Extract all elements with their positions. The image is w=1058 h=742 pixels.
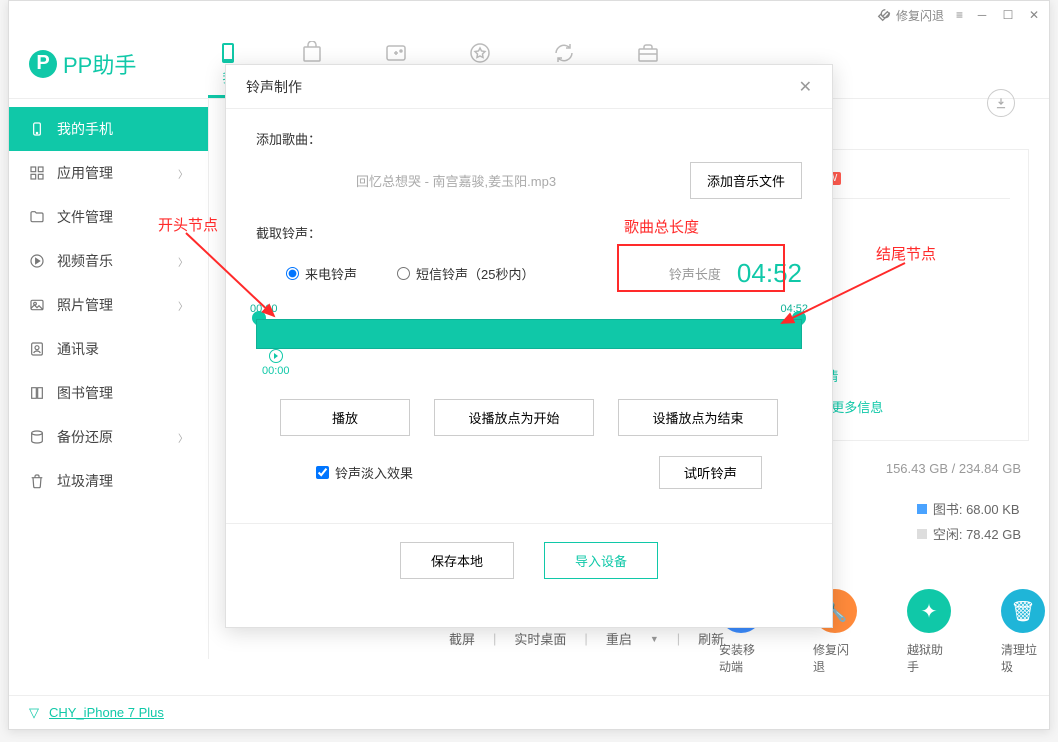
sidebar-label: 视频音乐 <box>57 251 113 271</box>
set-end-button[interactable]: 设播放点为结束 <box>618 399 778 436</box>
refresh-btn[interactable]: 刷新 <box>698 629 724 648</box>
add-song-label: 添加歌曲： <box>256 129 802 148</box>
song-filename: 回忆总想哭 - 南宫嘉骏,姜玉阳.mp3 <box>356 171 556 190</box>
playhead-icon <box>269 349 283 363</box>
sidebar-label: 备份还原 <box>57 427 113 447</box>
playhead[interactable]: 00:00 <box>262 349 290 377</box>
sidebar-item-books[interactable]: 图书管理 <box>9 371 208 415</box>
ringtone-modal: 铃声制作 ✕ 添加歌曲： 回忆总想哭 - 南宫嘉骏,姜玉阳.mp3 添加音乐文件… <box>225 64 833 628</box>
disk-books: 图书: 68.00 KB <box>933 499 1020 518</box>
preview-button[interactable]: 试听铃声 <box>659 456 762 489</box>
fade-checkbox[interactable]: 铃声淡入效果 <box>316 463 413 482</box>
fade-checkbox-input[interactable] <box>316 466 329 479</box>
device-link[interactable]: CHY_iPhone 7 Plus <box>49 705 164 720</box>
action-clean[interactable]: 🗑清理垃圾 <box>1001 589 1045 675</box>
chevron-icon: 〉 <box>178 430 188 445</box>
fix-flashback-label: 修复闪退 <box>896 7 944 24</box>
storage-text: 156.43 GB / 234.84 GB <box>886 461 1021 476</box>
sidebar-item-myphone[interactable]: 我的手机 <box>9 107 208 151</box>
radio-call-input[interactable] <box>286 267 299 280</box>
logo-text: PP助手 <box>63 48 136 80</box>
modal-title: 铃声制作 <box>246 77 302 97</box>
sidebar-label: 通讯录 <box>57 339 99 359</box>
desktop-btn[interactable]: 实时桌面 <box>514 629 566 648</box>
sidebar-label: 应用管理 <box>57 163 113 183</box>
length-label: 铃声长度 <box>669 264 721 283</box>
radio-call[interactable]: 来电铃声 <box>286 264 357 283</box>
sidebar-item-apps[interactable]: 应用管理 〉 <box>9 151 208 195</box>
chevron-icon: 〉 <box>178 254 188 269</box>
app-logo: P PP助手 <box>29 48 136 80</box>
sidebar: 我的手机 应用管理 〉 文件管理 视频音乐 〉 照片管理 〉 <box>9 99 209 659</box>
waveform-track[interactable] <box>256 319 802 349</box>
radio-sms[interactable]: 短信铃声（25秒内） <box>397 264 534 283</box>
sidebar-label: 照片管理 <box>57 295 113 315</box>
cut-ringtone-label: 截取铃声： <box>256 223 321 242</box>
disk-free: 空闲: 78.42 GB <box>933 524 1021 543</box>
disk-usage: 图书: 68.00 KB 空闲: 78.42 GB <box>917 499 1021 549</box>
playhead-time: 00:00 <box>262 365 290 377</box>
close-button[interactable]: ✕ <box>1027 8 1041 22</box>
import-device-button[interactable]: 导入设备 <box>544 542 658 579</box>
sidebar-item-files[interactable]: 文件管理 <box>9 195 208 239</box>
add-music-button[interactable]: 添加音乐文件 <box>690 162 802 199</box>
chevron-icon: 〉 <box>178 298 188 313</box>
chevron-icon: 〉 <box>178 166 188 181</box>
reboot-btn[interactable]: 重启 <box>606 629 632 648</box>
logo-icon: P <box>29 50 57 78</box>
sidebar-label: 图书管理 <box>57 383 113 403</box>
sidebar-item-trash[interactable]: 垃圾清理 <box>9 459 208 503</box>
sidebar-label: 垃圾清理 <box>57 471 113 491</box>
minimize-button[interactable]: ─ <box>975 8 989 22</box>
modal-close-button[interactable]: ✕ <box>799 77 812 97</box>
length-value: 04:52 <box>737 258 802 289</box>
sidebar-item-backup[interactable]: 备份还原 〉 <box>9 415 208 459</box>
track-editor[interactable]: 00:00 04:52 00:00 <box>256 319 802 349</box>
screenshot-btn[interactable]: 截屏 <box>449 629 475 648</box>
play-button[interactable]: 播放 <box>280 399 410 436</box>
set-start-button[interactable]: 设播放点为开始 <box>434 399 594 436</box>
sidebar-item-photos[interactable]: 照片管理 〉 <box>9 283 208 327</box>
sidebar-item-media[interactable]: 视频音乐 〉 <box>9 239 208 283</box>
sidebar-label: 我的手机 <box>57 119 113 139</box>
sidebar-item-contacts[interactable]: 通讯录 <box>9 327 208 371</box>
sidebar-label: 文件管理 <box>57 207 113 227</box>
menu-icon[interactable]: ≡ <box>956 8 963 22</box>
save-local-button[interactable]: 保存本地 <box>400 542 514 579</box>
status-bar: ▽ CHY_iPhone 7 Plus <box>9 695 1049 729</box>
fix-flashback-link[interactable]: 修复闪退 <box>876 7 944 24</box>
action-jailbreak[interactable]: ✦越狱助手 <box>907 589 951 675</box>
device-status-dot: ▽ <box>29 705 39 721</box>
radio-sms-input[interactable] <box>397 267 410 280</box>
maximize-button[interactable]: ☐ <box>1001 8 1015 22</box>
